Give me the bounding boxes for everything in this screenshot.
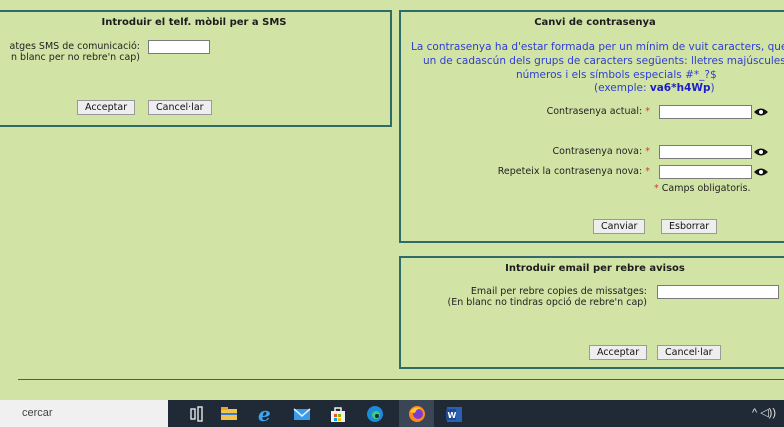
taskbar: cercar e W ^ ◁)) [0,400,784,427]
sms-cancel-button[interactable]: Cancel·lar [148,100,212,115]
password-example-suffix: ) [710,82,715,94]
repeat-password-required: * [645,166,650,177]
email-cancel-button[interactable]: Cancel·lar [657,345,721,360]
store-icon[interactable] [327,403,349,425]
new-password-required: * [645,146,650,157]
show-repeat-password-icon[interactable] [753,167,769,177]
current-password-label-text: Contrasenya actual: [546,106,643,117]
task-view-icon[interactable] [186,403,208,425]
password-info-line1: La contrasenya ha d'estar formada per un… [411,41,784,53]
current-password-label: Contrasenya actual: * [547,106,650,117]
repeat-password-input[interactable] [659,165,752,179]
sms-panel-title: Introduir el telf. mòbil per a SMS [101,17,287,28]
taskbar-search-box[interactable]: cercar [0,400,168,427]
word-icon[interactable]: W [443,403,465,425]
sms-panel: Introduir el telf. mòbil per a SMS atges… [0,10,392,127]
system-tray[interactable]: ^ ◁)) [752,406,776,419]
password-example: (exemple: va6*h4Wp) [594,81,715,95]
email-panel-title: Introduir email per rebre avisos [505,263,685,274]
taskbar-search-text: cercar [22,407,53,419]
password-example-value: va6*h4Wp [649,82,711,94]
new-password-label: Contrasenya nova: * [553,146,650,157]
page-bottom-divider [18,379,784,380]
sms-accept-button[interactable]: Acceptar [77,100,136,115]
password-example-prefix: (exemple: [594,82,650,94]
show-current-password-icon[interactable] [753,107,769,117]
current-password-input[interactable] [659,105,752,119]
password-info-line2: un de cadascún dels grups de caracters s… [423,55,784,67]
svg-text:e: e [258,403,271,425]
email-input[interactable] [657,285,779,299]
clear-password-button[interactable]: Esborrar [661,219,718,234]
svg-text:W: W [448,411,457,420]
mail-icon[interactable] [291,403,313,425]
change-password-button[interactable]: Canviar [593,219,646,234]
sms-phone-input[interactable] [148,40,210,54]
edge-legacy-icon[interactable]: e [255,403,277,425]
file-explorer-icon[interactable] [218,403,240,425]
edge-icon[interactable] [364,403,386,425]
firefox-icon[interactable] [406,403,428,425]
sms-field-label-line1: atges SMS de comunicació: [9,41,140,52]
required-note-marker: * [654,183,659,194]
email-field-label-line2: (En blanc no tindras opció de rebre'n ca… [447,297,647,308]
show-new-password-icon[interactable] [753,147,769,157]
repeat-password-label: Repeteix la contrasenya nova: * [498,166,650,177]
password-panel-title: Canvi de contrasenya [534,17,656,28]
email-field-label-line1: Email per rebre copies de missatges: [470,286,647,297]
email-accept-button[interactable]: Acceptar [589,345,648,360]
sms-field-label-line2: n blanc per no rebre'n cap) [11,52,140,63]
email-panel: Introduir email per rebre avisos Email p… [399,256,784,369]
required-note-text: Camps obligatoris. [661,183,751,194]
repeat-password-label-text: Repeteix la contrasenya nova: [497,166,643,177]
new-password-label-text: Contrasenya nova: [552,146,643,157]
password-panel: Canvi de contrasenya La contrasenya ha d… [399,10,784,243]
required-fields-note: * Camps obligatoris. [654,183,751,194]
new-password-input[interactable] [659,145,752,159]
password-info-line3: números i els símbols especials #*_?$ [516,69,717,81]
current-password-required: * [645,106,650,117]
